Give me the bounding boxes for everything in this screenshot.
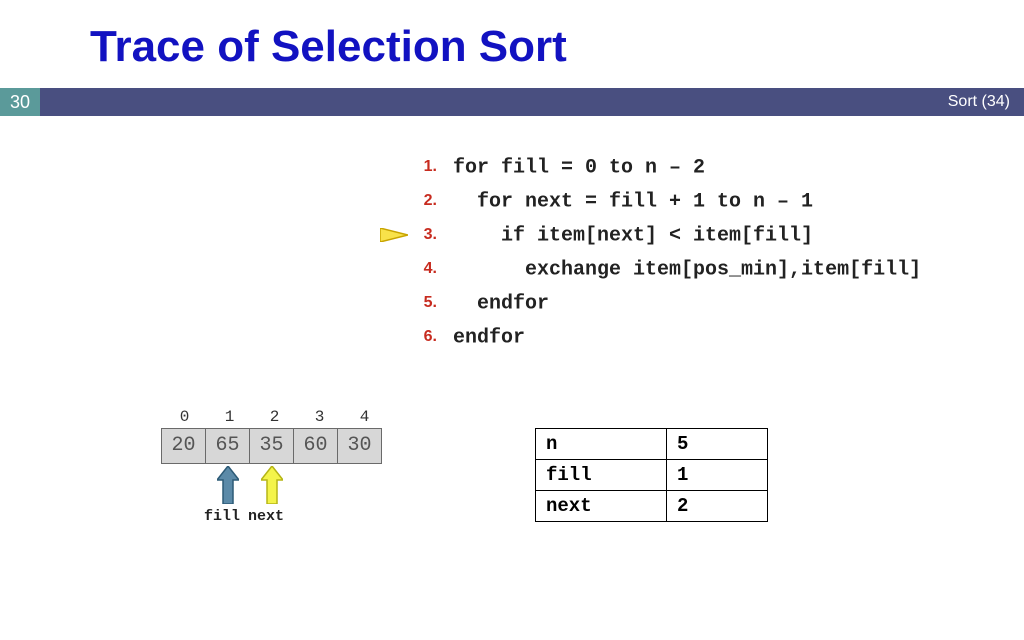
array-index: 1 [207,408,252,426]
line-number: 3. [395,218,437,252]
line-number: 6. [395,320,437,354]
code-line: 5. endfor [395,286,921,320]
array-index: 3 [297,408,342,426]
code-line: 1. for fill = 0 to n – 2 [395,150,921,184]
pseudocode-block: 1. for fill = 0 to n – 22. for next = fi… [395,150,921,354]
array-index: 2 [252,408,297,426]
code-text: endfor [441,326,525,349]
arrow-up-icon [261,466,283,504]
code-text: for fill = 0 to n – 2 [441,156,705,179]
slide-number-badge: 30 [0,88,40,116]
code-text: for next = fill + 1 to n – 1 [441,190,813,213]
pointer-label-fill: fill [200,508,244,525]
line-number: 5. [395,286,437,320]
code-text: if item[next] < item[fill] [441,224,813,247]
array-cell: 30 [337,428,382,464]
pointer-label-next: next [244,508,288,525]
code-line: 3. if item[next] < item[fill] [395,218,921,252]
var-value: 2 [667,491,768,522]
var-name: next [536,491,667,522]
line-number: 1. [395,150,437,184]
var-value: 1 [667,460,768,491]
code-line: 6. endfor [395,320,921,354]
array-cell: 65 [205,428,250,464]
array-cell: 60 [293,428,338,464]
var-value: 5 [667,429,768,460]
array-cell: 20 [161,428,206,464]
array-cells: 2065356030 [162,428,382,464]
page-title: Trace of Selection Sort [90,22,567,72]
array-cell: 35 [249,428,294,464]
line-number: 2. [395,184,437,218]
variables-table: n5fill1next2 [535,428,768,522]
array-index: 0 [162,408,207,426]
line-number: 4. [395,252,437,286]
header-bar [0,88,1024,116]
array-indices: 01234 [162,408,387,426]
arrow-up-icon [217,466,239,504]
table-row: n5 [536,429,768,460]
code-line: 4. exchange item[pos_min],item[fill] [395,252,921,286]
var-name: n [536,429,667,460]
array-index: 4 [342,408,387,426]
array-pointer-labels: fillnext [200,508,288,525]
table-row: fill1 [536,460,768,491]
code-line: 2. for next = fill + 1 to n – 1 [395,184,921,218]
code-text: exchange item[pos_min],item[fill] [441,258,921,281]
code-text: endfor [441,292,549,315]
table-row: next2 [536,491,768,522]
header-right-label: Sort (34) [948,88,1010,116]
var-name: fill [536,460,667,491]
